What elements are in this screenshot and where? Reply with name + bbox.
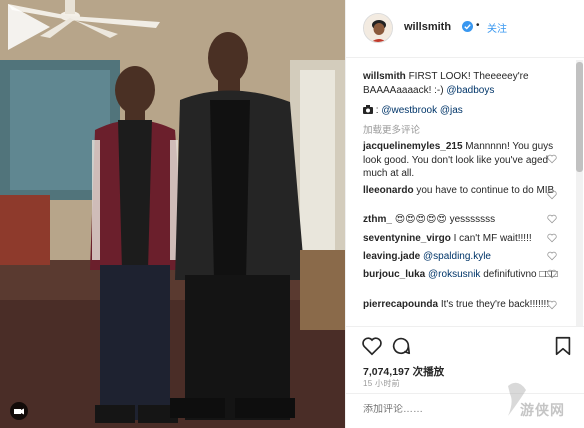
heart-icon[interactable] bbox=[547, 190, 557, 200]
add-comment-input[interactable] bbox=[363, 404, 513, 415]
caption-credits: : @westbrook @jas bbox=[363, 104, 561, 118]
heart-icon[interactable] bbox=[547, 300, 557, 310]
play-icon[interactable] bbox=[0, 0, 54, 54]
comment-mention[interactable]: @roksusnik bbox=[428, 269, 480, 280]
avatar[interactable] bbox=[363, 13, 393, 43]
post-side-panel: willsmith • 关注 willsmith FIRST LOOK! The… bbox=[345, 0, 584, 428]
comment-username[interactable]: zthm_ bbox=[363, 214, 392, 225]
comment-text: definifutivno bbox=[483, 269, 537, 280]
bookmark-icon[interactable] bbox=[552, 335, 574, 357]
watermark-text: 游侠网 bbox=[520, 403, 565, 419]
caption: willsmith FIRST LOOK! Theeeeey're BAAAAa… bbox=[363, 70, 561, 97]
camera-icon bbox=[10, 402, 28, 420]
load-more-comments[interactable]: 加载更多评论 bbox=[363, 122, 420, 136]
view-count[interactable]: 7,074,197 次播放 bbox=[363, 364, 444, 379]
comment-username[interactable]: seventynine_virgo bbox=[363, 233, 451, 244]
comment-item: seventynine_virgo I can't MF wait!!!!! bbox=[363, 232, 561, 246]
post-header: willsmith • 关注 bbox=[346, 0, 584, 58]
comment-item: lleeonardo you have to continue to do MI… bbox=[363, 184, 561, 198]
credit-mention[interactable]: @jas bbox=[440, 105, 463, 116]
comment-icon[interactable] bbox=[390, 335, 412, 357]
comment-username[interactable]: burjouc_luka bbox=[363, 269, 425, 280]
verified-badge-icon bbox=[462, 21, 473, 32]
heart-icon[interactable] bbox=[547, 251, 557, 261]
post-video[interactable] bbox=[0, 0, 345, 428]
comments-list: willsmith FIRST LOOK! Theeeeey're BAAAAa… bbox=[346, 58, 584, 326]
comment-username[interactable]: leaving.jade bbox=[363, 251, 420, 262]
post-timestamp[interactable]: 15 小时前 bbox=[363, 378, 400, 389]
comment-username[interactable]: jacquelinemyles_215 bbox=[363, 141, 463, 152]
heart-icon[interactable] bbox=[547, 269, 557, 279]
comment-item: leaving.jade @spalding.kyle bbox=[363, 250, 561, 264]
header-username[interactable]: willsmith bbox=[404, 21, 451, 33]
comment-item: pierrecapounda It's true they're back!!!… bbox=[363, 298, 561, 312]
comment-item: zthm_ 😍😍😍😍😍 yesssssss bbox=[363, 213, 561, 227]
caption-mention[interactable]: @badboys bbox=[446, 85, 494, 96]
comment-item: jacquelinemyles_215 Mannnnn! You guys lo… bbox=[363, 140, 561, 181]
comment-text: It's true they're back!!!!!!! bbox=[440, 299, 550, 310]
comment-text: you have to continue to do MIB bbox=[416, 185, 555, 196]
follow-button[interactable]: 关注 bbox=[487, 20, 507, 35]
heart-icon[interactable] bbox=[547, 214, 557, 224]
camera-icon bbox=[363, 105, 373, 114]
comment-mention[interactable]: @spalding.kyle bbox=[423, 251, 491, 262]
comment-text: I can't MF wait!!!!! bbox=[453, 233, 532, 244]
comment-text: 😍😍😍😍😍 yesssssss bbox=[394, 214, 496, 225]
credit-mention[interactable]: @westbrook bbox=[381, 105, 437, 116]
comment-username[interactable]: lleeonardo bbox=[363, 185, 414, 196]
comment-username[interactable]: pierrecapounda bbox=[363, 299, 438, 310]
heart-icon[interactable] bbox=[361, 335, 383, 357]
heart-icon[interactable] bbox=[547, 154, 557, 164]
caption-username[interactable]: willsmith bbox=[363, 71, 406, 82]
heart-icon[interactable] bbox=[547, 233, 557, 243]
comment-item: burjouc_luka @roksusnik definifutivno □□… bbox=[363, 268, 561, 282]
video-frame bbox=[0, 0, 345, 428]
header-separator: • bbox=[476, 20, 480, 31]
